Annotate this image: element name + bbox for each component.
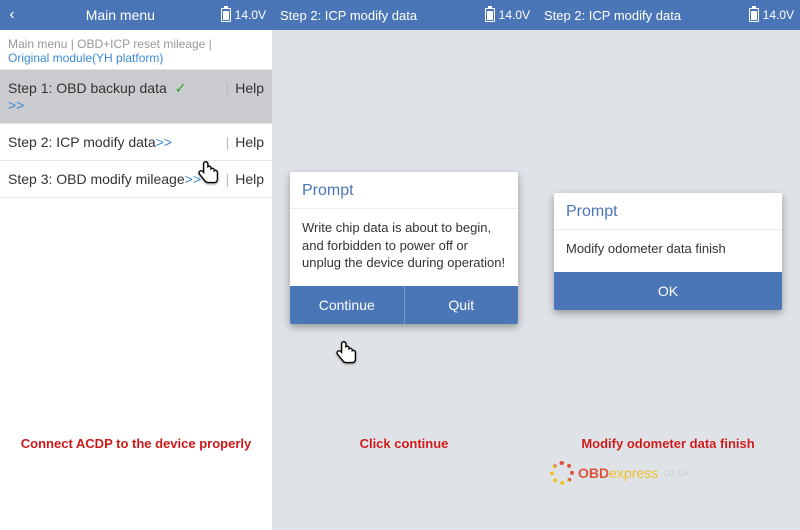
- breadcrumb: Main menu | OBD+ICP reset mileage | Orig…: [0, 30, 272, 70]
- breadcrumb-active: Original module(YH platform): [8, 51, 163, 65]
- prompt-dialog: Prompt Modify odometer data finish OK: [554, 193, 782, 310]
- prompt-title: Prompt: [290, 172, 518, 209]
- watermark-logo: OBDexpress.co.uk: [550, 458, 790, 488]
- help-link[interactable]: Help: [235, 80, 264, 96]
- battery-icon: [749, 8, 759, 22]
- header-title: Step 2: ICP modify data: [272, 8, 481, 23]
- step-label: Step 1: OBD backup data: [8, 80, 167, 96]
- header-title: Step 2: ICP modify data: [536, 8, 745, 23]
- step-2[interactable]: Step 2: ICP modify data>> | Help: [0, 124, 272, 161]
- battery-icon: [221, 8, 231, 22]
- header: ‹ Main menu 14.0V: [0, 0, 272, 30]
- step-label: Step 3: OBD modify mileage: [8, 171, 185, 187]
- step-3[interactable]: Step 3: OBD modify mileage>> | Help: [0, 161, 272, 198]
- step-arrow: >>: [185, 171, 201, 187]
- checkmark-icon: ✓: [175, 80, 187, 96]
- prompt-body: Modify odometer data finish: [554, 230, 782, 272]
- header-title: Main menu: [24, 7, 217, 23]
- help-link[interactable]: Help: [235, 171, 264, 187]
- panel-prompt-finish: Step 2: ICP modify data 14.0V Prompt Mod…: [536, 0, 800, 530]
- prompt-dialog: Prompt Write chip data is about to begin…: [290, 172, 518, 324]
- continue-button[interactable]: Continue: [290, 286, 404, 324]
- voltage-label: 14.0V: [499, 8, 530, 22]
- battery-icon: [485, 8, 495, 22]
- step-arrow: >>: [8, 97, 24, 113]
- voltage-label: 14.0V: [235, 8, 266, 22]
- panel-main-menu: ‹ Main menu 14.0V Main menu | OBD+ICP re…: [0, 0, 272, 530]
- caption-panel2: Click continue: [272, 436, 536, 451]
- ok-button[interactable]: OK: [554, 272, 782, 310]
- panel-prompt-continue: Step 2: ICP modify data 14.0V Prompt Wri…: [272, 0, 536, 530]
- breadcrumb-seg[interactable]: Main menu: [8, 37, 67, 51]
- header: Step 2: ICP modify data 14.0V: [272, 0, 536, 30]
- back-button[interactable]: ‹: [0, 6, 24, 24]
- prompt-body: Write chip data is about to begin, and f…: [290, 209, 518, 286]
- step-label: Step 2: ICP modify data: [8, 134, 156, 150]
- breadcrumb-seg[interactable]: OBD+ICP reset mileage: [77, 37, 205, 51]
- header: Step 2: ICP modify data 14.0V: [536, 0, 800, 30]
- caption-panel1: Connect ACDP to the device properly: [0, 436, 272, 451]
- hand-cursor-icon: [333, 340, 361, 374]
- watermark-ring-icon: [550, 461, 574, 485]
- caption-panel3: Modify odometer data finish: [536, 436, 800, 451]
- quit-button[interactable]: Quit: [404, 286, 519, 324]
- step-arrow: >>: [156, 134, 172, 150]
- prompt-title: Prompt: [554, 193, 782, 230]
- step-1[interactable]: Step 1: OBD backup data ✓ >> | Help: [0, 70, 272, 124]
- voltage-label: 14.0V: [763, 8, 794, 22]
- help-link[interactable]: Help: [235, 134, 264, 150]
